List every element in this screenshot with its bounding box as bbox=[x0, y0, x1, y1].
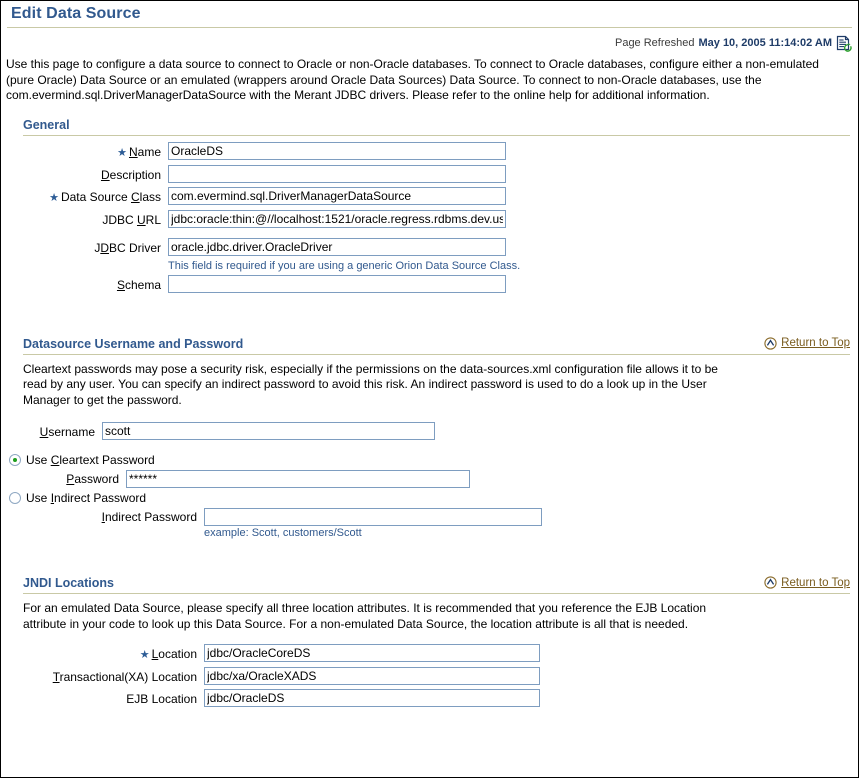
page-refreshed-bar: Page Refreshed May 10, 2005 11:14:02 AM bbox=[1, 28, 858, 52]
field-row-password: Password bbox=[1, 470, 858, 488]
jdbc-driver-input[interactable] bbox=[168, 237, 506, 256]
edit-data-source-page: Edit Data Source Page Refreshed May 10, … bbox=[0, 0, 859, 778]
jdbc-driver-hint: This field is required if you are using … bbox=[168, 259, 521, 272]
ejb-location-input[interactable] bbox=[204, 689, 540, 707]
indirect-password-input[interactable] bbox=[204, 508, 542, 526]
field-row-jdbc-url: JDBC URL bbox=[1, 209, 858, 230]
section-jndi: JNDI Locations Return to Top For an emul… bbox=[1, 576, 858, 709]
field-row-schema: Schema bbox=[1, 274, 858, 295]
radio-use-cleartext-password[interactable]: Use Cleartext Password bbox=[9, 453, 858, 467]
description-input[interactable] bbox=[168, 164, 506, 183]
section-title-credentials: Datasource Username and Password bbox=[23, 336, 244, 351]
label-data-source-class: ★ Data Source Class bbox=[49, 189, 161, 204]
label-name: ★ Name bbox=[117, 144, 161, 159]
label-indirect-password: Indirect Password bbox=[101, 510, 197, 524]
label-schema: Schema bbox=[116, 277, 161, 292]
return-to-top-link[interactable]: Return to Top bbox=[781, 577, 850, 589]
data-source-class-input[interactable] bbox=[168, 186, 506, 205]
label-username: Username bbox=[39, 425, 95, 439]
jndi-form: ★Location Transactional(XA) Location EJB… bbox=[1, 644, 858, 709]
return-to-top-jndi[interactable]: Return to Top bbox=[764, 576, 850, 589]
refresh-page-icon[interactable] bbox=[835, 35, 852, 52]
field-row-ejb-location: EJB Location bbox=[1, 689, 858, 709]
username-input[interactable] bbox=[102, 422, 435, 440]
required-indicator: ★ bbox=[49, 191, 59, 204]
transactional-xa-location-input[interactable] bbox=[204, 667, 540, 685]
radio-indirect-indicator[interactable] bbox=[9, 492, 21, 504]
required-indicator: ★ bbox=[117, 146, 127, 159]
radio-indirect-label: Use Indirect Password bbox=[26, 491, 147, 505]
credentials-description: Cleartext passwords may pose a security … bbox=[23, 361, 718, 407]
field-row-username: Username bbox=[1, 422, 858, 442]
label-description: Description bbox=[100, 167, 161, 182]
credentials-form: Username Use Cleartext Password Password… bbox=[1, 422, 858, 539]
field-row-name: ★ Name bbox=[1, 141, 858, 163]
field-row-indirect-password: Indirect Password bbox=[1, 508, 858, 526]
schema-input[interactable] bbox=[168, 274, 506, 293]
field-row-location: ★ Location bbox=[1, 644, 858, 665]
password-input[interactable] bbox=[126, 470, 470, 488]
label-transactional-xa-location: Transactional(XA) Location bbox=[52, 670, 197, 684]
label-location: ★ Location bbox=[139, 647, 197, 661]
field-row-jdbc-driver: JDBC Driver bbox=[1, 237, 858, 258]
return-to-top-icon bbox=[764, 336, 777, 350]
location-input[interactable] bbox=[204, 644, 540, 662]
field-row-xa-location: Transactional(XA) Location bbox=[1, 667, 858, 687]
label-ejb-location: EJB Location bbox=[126, 692, 197, 706]
field-row-data-source-class: ★ Data Source Class bbox=[1, 186, 858, 208]
page-title: Edit Data Source bbox=[11, 5, 141, 22]
jdbc-url-input[interactable] bbox=[168, 209, 506, 228]
radio-use-indirect-password[interactable]: Use Indirect Password bbox=[9, 491, 858, 505]
general-form: ★Name Description ★Data Source Class JDB… bbox=[1, 141, 858, 295]
page-refreshed-label: Page Refreshed bbox=[614, 36, 695, 49]
section-title-general: General bbox=[23, 117, 70, 132]
label-jdbc-url: JDBC URL bbox=[102, 212, 161, 227]
section-general: General ★Name Description ★Data Source C… bbox=[1, 118, 858, 295]
return-to-top-credentials[interactable]: Return to Top bbox=[764, 336, 850, 350]
section-title-jndi: JNDI Locations bbox=[23, 576, 114, 590]
label-name-rest: ame bbox=[137, 144, 161, 159]
field-row-description: Description bbox=[1, 164, 858, 185]
label-password: Password bbox=[66, 472, 119, 486]
page-intro-text: Use this page to configure a data source… bbox=[6, 57, 819, 102]
radio-cleartext-label: Use Cleartext Password bbox=[26, 453, 155, 467]
return-to-top-icon bbox=[764, 576, 777, 589]
jndi-description: For an emulated Data Source, please spec… bbox=[23, 601, 707, 631]
radio-cleartext-indicator[interactable] bbox=[9, 454, 21, 466]
required-indicator: ★ bbox=[139, 649, 150, 661]
name-input[interactable] bbox=[168, 141, 506, 160]
section-divider-general bbox=[23, 134, 850, 136]
section-credentials: Datasource Username and Password Return … bbox=[1, 336, 858, 539]
return-to-top-link[interactable]: Return to Top bbox=[781, 337, 850, 349]
page-refreshed-time: May 10, 2005 11:14:02 AM bbox=[698, 36, 832, 49]
label-jdbc-driver: JDBC Driver bbox=[94, 240, 161, 255]
indirect-password-hint: example: Scott, customers/Scott bbox=[204, 527, 362, 539]
